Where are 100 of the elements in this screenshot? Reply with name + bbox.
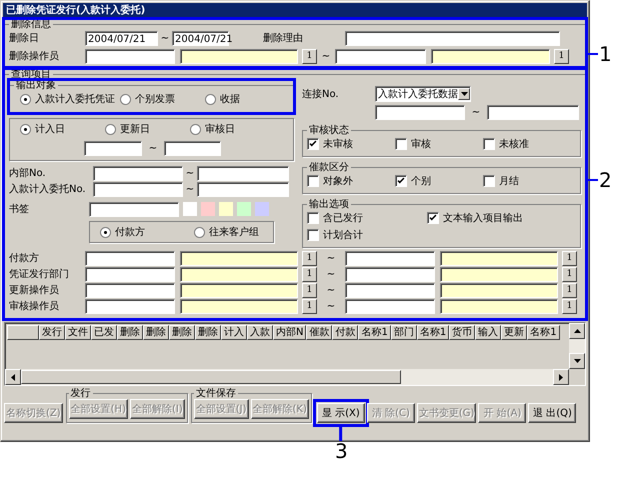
column-header[interactable]: 名称1 [527,325,560,340]
column-header[interactable]: 部门 [390,325,417,340]
lookup-button[interactable]: 1 [302,266,317,282]
scroll-down-icon[interactable] [569,353,585,369]
name-display-field[interactable] [440,282,558,298]
input-field[interactable] [375,104,465,120]
input-field[interactable] [345,266,435,282]
color-swatch[interactable] [219,202,233,216]
leader-line [585,179,598,181]
group-title: 文件保存 [194,388,238,399]
radio-button[interactable] [194,226,205,238]
lookup-button[interactable]: 1 [302,298,317,314]
color-swatch[interactable] [237,202,251,216]
lookup-button[interactable]: 1 [302,250,317,266]
column-header[interactable]: 删除 [169,325,195,340]
leader-line [585,53,598,55]
input-field[interactable] [93,166,183,180]
input-field[interactable] [85,266,175,282]
name-display-field[interactable] [180,298,298,314]
input-field[interactable] [85,298,175,314]
column-header[interactable]: 已发 [91,325,117,340]
scroll-right-icon[interactable] [553,369,569,385]
name-display-field[interactable] [180,48,298,64]
checkbox[interactable] [307,212,319,224]
name-display-field[interactable] [431,48,550,64]
color-swatch[interactable] [183,202,197,216]
input-field[interactable] [85,250,175,266]
input-field[interactable] [197,182,289,196]
radio-button[interactable] [100,226,111,238]
checkbox[interactable] [307,229,319,241]
input-field[interactable] [93,182,183,196]
lookup-button[interactable]: 1 [562,266,577,282]
input-field[interactable] [487,104,579,120]
column-header[interactable]: 删除 [195,325,221,340]
input-field[interactable] [345,298,435,314]
radio-button[interactable] [20,124,31,134]
scroll-thumb[interactable] [21,370,401,384]
column-header[interactable]: 删除 [143,325,169,340]
column-header[interactable]: 名称1 [358,325,391,340]
option-label: 计入日 [35,122,65,136]
input-field[interactable] [335,48,426,64]
input-field[interactable] [85,48,175,64]
lookup-button[interactable]: 1 [562,250,577,266]
radio-button[interactable] [105,124,116,134]
input-field[interactable] [85,282,175,298]
name-display-field[interactable] [180,250,298,266]
lookup-button[interactable]: 1 [562,282,577,298]
radio-button[interactable] [205,94,216,104]
input-field[interactable] [164,140,221,156]
column-header[interactable]: 删除 [117,325,143,340]
column-header[interactable]: 发行 [39,325,65,340]
radio-button[interactable] [190,124,201,134]
radio-button[interactable] [120,94,131,104]
column-header[interactable]: 计入 [221,325,247,340]
checkbox[interactable] [395,175,407,187]
column-header[interactable]: 输入 [475,325,502,340]
radio-button[interactable] [20,94,31,104]
column-header[interactable]: 文件 [65,325,91,340]
column-header[interactable]: 入款 [247,325,273,340]
color-swatch[interactable] [201,202,215,216]
name-display-field[interactable] [180,282,298,298]
option-label: 往来客户组 [209,226,259,239]
option-label: 审核日 [205,122,235,136]
name-display-field[interactable] [440,298,558,314]
checkbox[interactable] [307,175,319,187]
input-field[interactable] [345,250,435,266]
input-field[interactable]: 2004/07/21 [85,30,158,46]
name-display-field[interactable] [180,266,298,282]
horizontal-scrollbar[interactable] [5,369,569,385]
lookup-button[interactable]: 1 [554,48,569,64]
color-swatch[interactable] [255,202,269,216]
input-field[interactable] [89,202,179,216]
name-display-field[interactable] [440,250,558,266]
checkbox[interactable] [307,138,319,150]
input-field[interactable] [197,166,289,180]
checkbox[interactable] [427,212,439,224]
scroll-left-icon[interactable] [5,369,21,385]
input-field[interactable] [345,30,560,46]
input-field[interactable] [345,282,435,298]
lookup-button[interactable]: 1 [302,48,317,64]
column-header[interactable]: 付款 [332,325,358,340]
option-label: 计划合计 [323,228,363,242]
range-separator: ~ [184,168,196,178]
column-header[interactable]: 催款 [306,325,332,340]
column-header[interactable]: 货币 [449,325,476,340]
input-field[interactable] [84,140,142,156]
group-title: 输出选项 [307,199,351,210]
name-display-field[interactable] [440,266,558,282]
checkbox[interactable] [483,138,495,150]
lookup-button[interactable]: 1 [302,282,317,298]
checkbox[interactable] [483,175,495,187]
column-header[interactable]: 名称1 [416,325,450,340]
dropdown[interactable]: 入款计入委托数据 [375,86,471,102]
scroll-up-icon[interactable] [569,323,585,339]
checkbox[interactable] [395,138,407,150]
action-button[interactable]: 退 出(Q) [528,403,576,423]
column-header[interactable]: 内部N [273,325,306,340]
vertical-scrollbar[interactable] [569,323,585,369]
column-header[interactable]: 更新 [501,325,528,340]
lookup-button[interactable]: 1 [562,298,577,314]
